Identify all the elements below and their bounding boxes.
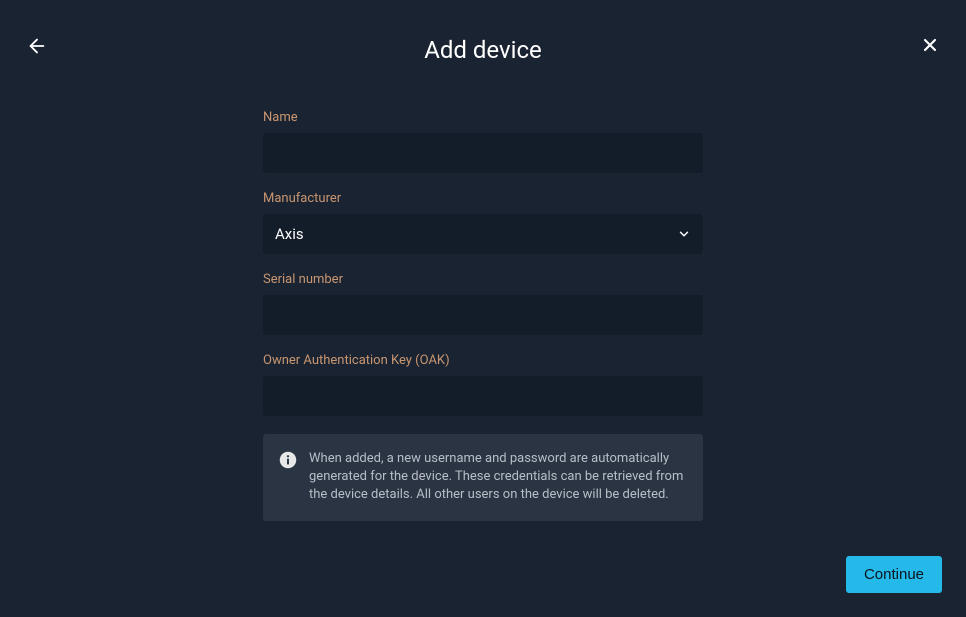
info-icon	[279, 451, 297, 469]
serial-number-input[interactable]	[263, 295, 703, 335]
oak-label: Owner Authentication Key (OAK)	[263, 353, 703, 368]
manufacturer-selected-value: Axis	[275, 225, 304, 243]
chevron-down-icon	[677, 227, 691, 241]
serial-number-label: Serial number	[263, 272, 703, 287]
name-label: Name	[263, 110, 703, 125]
oak-input[interactable]	[263, 376, 703, 416]
close-icon	[920, 35, 940, 55]
arrow-left-icon	[26, 35, 48, 57]
continue-button[interactable]: Continue	[846, 556, 942, 593]
back-button[interactable]	[26, 35, 48, 57]
info-message: When added, a new username and password …	[309, 450, 687, 505]
page-title: Add device	[424, 36, 542, 64]
info-box: When added, a new username and password …	[263, 434, 703, 521]
manufacturer-label: Manufacturer	[263, 191, 703, 206]
add-device-form: Name Manufacturer Axis Serial number Own…	[263, 110, 703, 521]
manufacturer-select[interactable]: Axis	[263, 214, 703, 254]
close-button[interactable]	[920, 35, 940, 55]
name-input[interactable]	[263, 133, 703, 173]
